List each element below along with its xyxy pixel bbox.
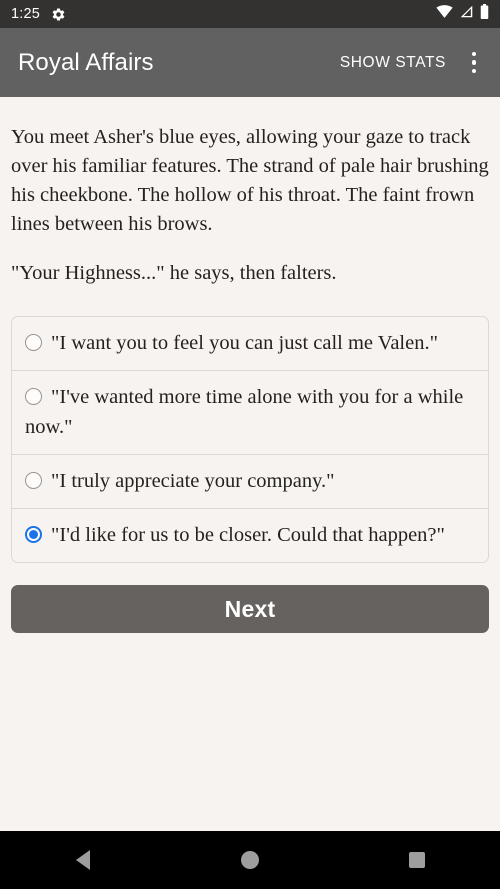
choice-text: "I've wanted more time alone with you fo… xyxy=(25,386,464,438)
choice-label: "I truly appreciate your company." xyxy=(25,470,335,492)
nav-home-button[interactable] xyxy=(210,831,290,889)
next-button-label: Next xyxy=(224,595,276,622)
choice-text: "I truly appreciate your company." xyxy=(51,470,335,492)
radio-button-unselected[interactable] xyxy=(25,334,42,351)
app-bar: Royal Affairs SHOW STATS xyxy=(0,28,500,97)
choice-list: "I want you to feel you can just call me… xyxy=(11,316,489,563)
app-title: Royal Affairs xyxy=(18,48,154,76)
next-button[interactable]: Next xyxy=(11,585,489,633)
more-vert-icon[interactable] xyxy=(456,41,492,85)
wifi-icon xyxy=(436,5,453,23)
choice-option[interactable]: "I'd like for us to be closer. Could tha… xyxy=(12,508,488,562)
radio-button-unselected[interactable] xyxy=(25,388,42,405)
choice-text: "I want you to feel you can just call me… xyxy=(51,332,438,354)
choice-option[interactable]: "I've wanted more time alone with you fo… xyxy=(12,370,488,454)
story-text: You meet Asher's blue eyes, allowing you… xyxy=(11,97,489,288)
android-nav-bar xyxy=(0,831,500,889)
gear-icon xyxy=(51,7,66,22)
choice-option[interactable]: "I truly appreciate your company." xyxy=(12,454,488,508)
story-content: You meet Asher's blue eyes, allowing you… xyxy=(0,97,500,831)
back-triangle-icon xyxy=(76,850,91,870)
nav-back-button[interactable] xyxy=(43,831,123,889)
status-bar: 1:25 xyxy=(0,0,500,28)
status-clock: 1:25 xyxy=(11,6,41,22)
cell-signal-icon xyxy=(459,5,474,23)
choice-label: "I want you to feel you can just call me… xyxy=(25,332,438,354)
choice-label: "I've wanted more time alone with you fo… xyxy=(25,386,463,438)
show-stats-button[interactable]: SHOW STATS xyxy=(330,44,456,82)
battery-full-icon xyxy=(480,4,489,24)
choice-text: "I'd like for us to be closer. Could tha… xyxy=(51,524,445,546)
app-bar-actions: SHOW STATS xyxy=(330,41,492,85)
story-paragraph: "Your Highness..." he says, then falters… xyxy=(11,262,337,284)
radio-button-unselected[interactable] xyxy=(25,472,42,489)
nav-recents-button[interactable] xyxy=(377,831,457,889)
recents-square-icon xyxy=(408,852,425,868)
story-paragraph: You meet Asher's blue eyes, allowing you… xyxy=(11,126,489,235)
status-icons xyxy=(436,4,489,24)
app-screen: 1:25 Royal Affairs SHOW STATS You meet A… xyxy=(0,0,500,889)
choice-label: "I'd like for us to be closer. Could tha… xyxy=(25,524,445,546)
home-circle-icon xyxy=(240,851,259,869)
choice-option[interactable]: "I want you to feel you can just call me… xyxy=(12,317,488,370)
radio-button-selected[interactable] xyxy=(25,526,42,543)
